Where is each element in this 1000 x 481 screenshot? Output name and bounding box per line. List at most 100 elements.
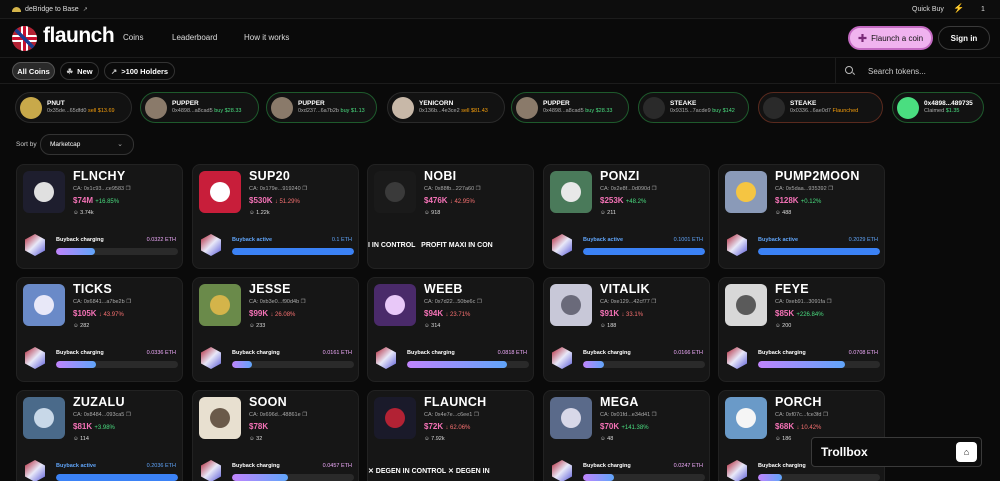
debridge-link[interactable]: deBridge to Base ↗ <box>12 6 88 13</box>
coin-card[interactable]: PORCH CA: 0xf07c...fce3fd ❐ $68K ↓ 10.42% ☺… <box>718 390 885 481</box>
flaunch-coin-label: Flaunch a coin <box>871 33 924 43</box>
ticker-symbol: 0x4898...489735 <box>924 100 973 107</box>
ticker-item[interactable]: PUPPER 0x4898...a8cad5 buy $28.33 <box>140 92 259 123</box>
coin-card[interactable]: WEEB CA: 0x7d22...50be6c ❐ $94K ↓ 23.71% ☺ … <box>367 277 534 382</box>
ticker-item[interactable]: PNUT 0x35de...65dfd0 sell $13.69 <box>15 92 132 123</box>
holder-count: ☺ 211 <box>600 210 616 216</box>
coin-card[interactable]: PONZI CA: 0x2e8f...0d090d ❐ $253K +48.2% ☺ … <box>543 164 710 269</box>
coin-card[interactable]: JESSE CA: 0xb3e0...f90d4b ❐ $99K ↓ 26.08% ☺… <box>192 277 359 382</box>
sort-label: Sort by <box>16 141 37 148</box>
contract-address[interactable]: CA: 0x1c93...ce9583 ❐ <box>73 186 131 192</box>
coin-image <box>725 397 767 439</box>
nav-link-coins[interactable]: Coins <box>123 33 143 42</box>
coin-name: SOON <box>249 395 288 409</box>
holder-count: ☺ 1.22k <box>249 210 270 216</box>
contract-address[interactable]: CA: 0xe129...42cf77 ❐ <box>600 299 656 305</box>
sort-select[interactable]: Marketcap ⌄ <box>40 134 134 155</box>
contract-address[interactable]: CA: 0x8484...093ca5 ❐ <box>73 412 131 418</box>
filter-holders[interactable]: ↗ >100 Holders <box>104 62 175 80</box>
ticker-detail: 0x4898...a8cad5 buy $28.33 <box>543 108 613 115</box>
contract-address[interactable]: CA: 0x88fb...227a60 ❐ <box>424 186 481 192</box>
coin-image <box>550 284 592 326</box>
coin-card[interactable]: MEGA CA: 0x01fd...e34d41 ❐ $70K +141.38% ☺ … <box>543 390 710 481</box>
contract-address[interactable]: CA: 0x4e7e...c6ee1 ❐ <box>424 412 479 418</box>
coin-image <box>374 171 416 213</box>
coin-image <box>199 284 241 326</box>
buyback-eth: 0.2029 ETH <box>848 237 878 243</box>
top-bar: deBridge to Base ↗ Quick Buy ⚡ 1 <box>0 0 1000 19</box>
plus-icon: ✚ <box>857 32 868 45</box>
ticker-item[interactable]: STEAKE 0x9315...7acde9 buy $142 <box>638 92 749 123</box>
market-cap: $68K ↓ 10.42% <box>775 422 822 431</box>
buyback-progress <box>232 474 354 481</box>
filter-new[interactable]: ☘ New <box>60 62 99 80</box>
buyback-eth: 0.1001 ETH <box>673 237 703 243</box>
ticker-symbol: PUPPER <box>172 100 199 107</box>
buyback-status: Buyback charging <box>56 350 104 356</box>
coin-card[interactable]: PUMP2MOON CA: 0x5daa...935392 ❐ $128K +0.1… <box>718 164 885 269</box>
contract-address[interactable]: CA: 0xb3e0...f90d4b ❐ <box>249 299 306 305</box>
contract-address[interactable]: CA: 0x6841...a7be2b ❐ <box>73 299 131 305</box>
nav-link-leaderboard[interactable]: Leaderboard <box>172 33 217 42</box>
contract-address[interactable]: CA: 0xf07c...fce3fd ❐ <box>775 412 828 418</box>
coin-card[interactable]: SUP20 CA: 0x179e...919240 ❐ $530K ↓ 51.29%… <box>192 164 359 269</box>
coin-card[interactable]: NOBI CA: 0x88fb...227a60 ❐ $476K ↓ 42.95% ☺… <box>367 164 534 269</box>
buyback-eth: 0.2036 ETH <box>146 463 176 469</box>
brand-name[interactable]: flaunch <box>43 24 115 48</box>
ticker-text: STEAKE 0x9315...7acde9 buy $142 <box>670 100 735 115</box>
flaunch-coin-button[interactable]: ✚ Flaunch a coin <box>848 26 933 50</box>
filter-all-coins[interactable]: All Coins <box>12 62 55 80</box>
buyback-icon <box>201 234 221 256</box>
contract-address[interactable]: CA: 0x01fd...e34d41 ❐ <box>600 412 657 418</box>
market-cap: $72K ↓ 62.06% <box>424 422 471 431</box>
market-cap: $94K ↓ 23.71% <box>424 309 471 318</box>
coin-card[interactable]: TICKS CA: 0x6841...a7be2b ❐ $105K ↓ 43.97%… <box>16 277 183 382</box>
ticker-item[interactable]: 0x4898...489735 Claimed $1.35 <box>892 92 984 123</box>
ticker-thumb <box>271 96 293 119</box>
signin-button[interactable]: Sign in <box>938 26 990 50</box>
contract-address[interactable]: CA: 0xeb91...3091fa ❐ <box>775 299 832 305</box>
search-input[interactable] <box>868 64 993 78</box>
buyback-progress <box>56 474 178 481</box>
ticker-item[interactable]: STEAKE 0x0336...6ae0d7 Flaunched <box>758 92 883 123</box>
flaunch-logo-icon[interactable] <box>12 26 37 51</box>
ticker-detail: 0x0336...6ae0d7 Flaunched <box>790 108 859 115</box>
coin-card[interactable]: SOON CA: 0x696d...48861e ❐ $78K ☺ 32 Buybac… <box>192 390 359 481</box>
ticker-item[interactable]: YENICORN 0x136b...4e3ce2 sell $81.43 <box>387 92 505 123</box>
ticker-item[interactable]: PUPPER 0x4898...a8cad5 buy $28.33 <box>511 92 629 123</box>
ticker-item[interactable]: PUPPER 0xd237...6a7b2b buy $1.13 <box>266 92 377 123</box>
quick-buy-count[interactable]: 1 <box>981 6 985 13</box>
contract-address[interactable]: CA: 0x2e8f...0d090d ❐ <box>600 186 657 192</box>
contract-address[interactable]: CA: 0x696d...48861e ❐ <box>249 412 307 418</box>
home-icon[interactable]: ⌂ <box>956 442 977 462</box>
trend-icon: ↗ <box>110 66 118 76</box>
market-cap: $74M +16.85% <box>73 196 120 205</box>
coin-card[interactable]: FLAUNCH CA: 0x4e7e...c6ee1 ❐ $72K ↓ 62.06%… <box>367 390 534 481</box>
coin-image <box>23 397 65 439</box>
ticker-detail: Claimed $1.35 <box>924 108 960 115</box>
buyback-eth: 0.1 ETH <box>331 237 352 243</box>
market-cap: $476K ↓ 42.95% <box>424 196 475 205</box>
bolt-icon[interactable]: ⚡ <box>953 3 964 14</box>
market-cap: $70K +141.38% <box>600 422 649 431</box>
debridge-icon <box>12 6 21 12</box>
filter-holders-label: >100 Holders <box>121 66 169 76</box>
quick-buy-label[interactable]: Quick Buy <box>912 6 944 13</box>
buyback-eth: 0.0166 ETH <box>673 350 703 356</box>
coin-marquee: I IN CONTROL PROFIT MAXI IN CON <box>368 241 493 249</box>
buyback-status: Buyback charging <box>583 463 631 469</box>
coin-card[interactable]: ZUZALU CA: 0x8484...093ca5 ❐ $81K +3.98% ☺ … <box>16 390 183 481</box>
coin-image <box>550 397 592 439</box>
coin-card[interactable]: FEYE CA: 0xeb91...3091fa ❐ $85K +226.84% ☺ … <box>718 277 885 382</box>
holder-count: ☺ 282 <box>73 323 90 329</box>
coin-card[interactable]: VITALIK CA: 0xe129...42cf77 ❐ $91K ↓ 33.1%… <box>543 277 710 382</box>
coin-card[interactable]: FLNCHY CA: 0x1c93...ce9583 ❐ $74M +16.85% ☺… <box>16 164 183 269</box>
nav-link-how-it-works[interactable]: How it works <box>244 33 289 42</box>
contract-address[interactable]: CA: 0x179e...919240 ❐ <box>249 186 307 192</box>
contract-address[interactable]: CA: 0x7d22...50be6c ❐ <box>424 299 482 305</box>
coin-name: NOBI <box>424 169 457 183</box>
trollbox-panel[interactable]: Trollbox ⌂ <box>811 437 982 467</box>
ticker-symbol: STEAKE <box>670 100 697 107</box>
contract-address[interactable]: CA: 0x5daa...935392 ❐ <box>775 186 833 192</box>
market-cap: $253K +48.2% <box>600 196 647 205</box>
